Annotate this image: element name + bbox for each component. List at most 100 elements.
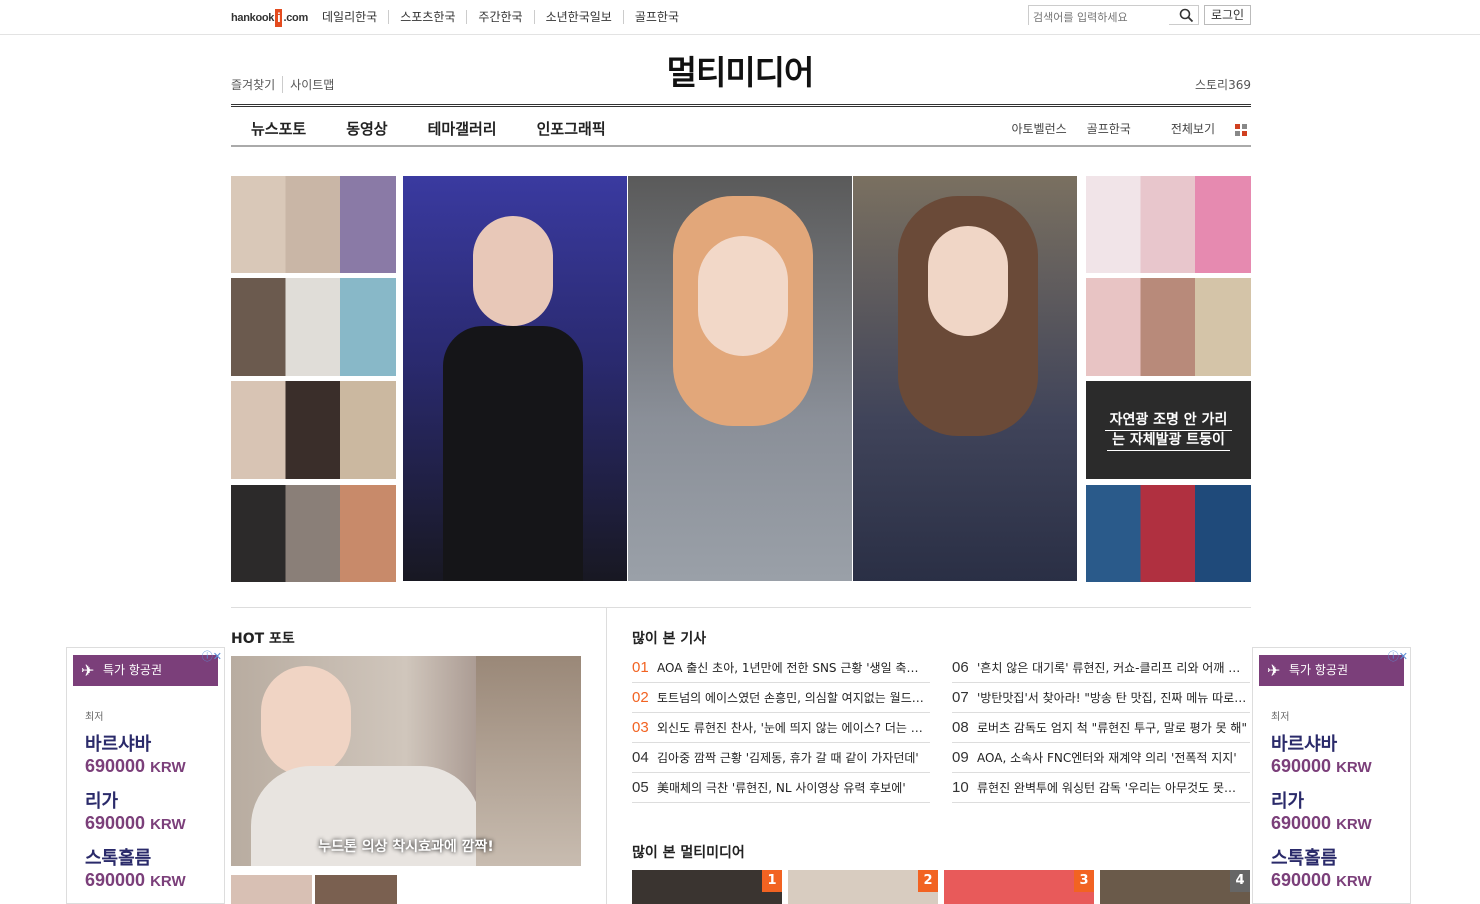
- ad-price: 690000 KRW: [85, 813, 186, 833]
- article-title: 외신도 류현진 찬사, '눈에 띄지 않는 에이스? 더는 아니다': [657, 721, 927, 735]
- most-viewed-list-left: 01 AOA 출신 초아, 1년만에 전한 SNS 근황 '생일 축하해' 02 토…: [632, 653, 930, 803]
- gallery-thumb-right-4[interactable]: [1086, 485, 1251, 582]
- article-title: 로버츠 감독도 엄지 척 "류현진 투구, 말로 평가 못 해": [977, 721, 1247, 735]
- rank-number: 08: [952, 719, 969, 736]
- gallery-main-photo-1[interactable]: [403, 176, 627, 581]
- overlay-caption-line2: 는 자체발광 트둥이: [1107, 431, 1230, 451]
- most-viewed-title: 많이 본 기사: [632, 631, 707, 647]
- ad-city: 스톡홀름: [85, 848, 152, 869]
- article-title: AOA 출신 초아, 1년만에 전한 SNS 근황 '생일 축하해': [657, 661, 927, 675]
- ad-city: 리가: [85, 791, 119, 812]
- ad-header: ✈ 특가 항공권: [73, 655, 218, 686]
- ad-min-label: 최저: [1271, 712, 1290, 723]
- ad-min-label: 최저: [85, 712, 104, 723]
- hankooki-logo[interactable]: hankook i .com: [231, 8, 308, 28]
- gallery-thumb-left-2[interactable]: [231, 278, 396, 376]
- multimedia-item[interactable]: 4: [1100, 870, 1250, 904]
- top-bar: hankook i .com 데일리한국 스포츠한국 주간한국 소년한국일보 골…: [0, 0, 1480, 35]
- family-link-daily[interactable]: 데일리한국: [322, 10, 388, 24]
- search-box: [1028, 5, 1199, 27]
- family-link-sports[interactable]: 스포츠한국: [388, 10, 466, 24]
- family-link-weekly[interactable]: 주간한국: [466, 10, 533, 24]
- gallery-thumb-right-1[interactable]: [1086, 176, 1251, 273]
- gallery-main-photo-2[interactable]: [628, 176, 852, 581]
- view-all-label: 전체보기: [1170, 122, 1215, 136]
- rank-number: 04: [632, 749, 649, 766]
- article-row[interactable]: 10 류현진 완벽투에 워싱턴 감독 '우리는 아무것도 못했다': [952, 773, 1250, 803]
- rank-badge: 2: [918, 870, 938, 892]
- family-link-kids[interactable]: 소년한국일보: [533, 10, 623, 24]
- article-title: 김아중 깜짝 근황 '김제동, 휴가 갈 때 같이 가자던데': [657, 751, 919, 765]
- ad-price: 690000 KRW: [1271, 813, 1372, 833]
- nav-video[interactable]: 동영상: [346, 118, 387, 139]
- rank-badge: 1: [762, 870, 782, 892]
- gallery-thumb-left-3[interactable]: [231, 381, 396, 479]
- family-link-golf[interactable]: 골프한국: [622, 10, 690, 24]
- page-title: 멀티미디어: [666, 53, 815, 92]
- rank-number: 09: [952, 749, 969, 766]
- article-row[interactable]: 08 로버츠 감독도 엄지 척 "류현진 투구, 말로 평가 못 해": [952, 713, 1250, 743]
- multimedia-item[interactable]: 1: [632, 870, 782, 904]
- gallery-thumb-right-2[interactable]: [1086, 278, 1251, 376]
- gallery-thumb-left-4[interactable]: [231, 485, 396, 582]
- nav-infographic[interactable]: 인포그래픽: [537, 118, 606, 139]
- article-row[interactable]: 04 김아중 깜짝 근황 '김제동, 휴가 갈 때 같이 가자던데': [632, 743, 930, 773]
- ad-header-label: 특가 항공권: [1289, 663, 1349, 677]
- nav-news-photo[interactable]: 뉴스포토: [251, 118, 306, 139]
- gallery-overlay-caption[interactable]: 자연광 조명 안 가리 는 자체발광 트둥이: [1086, 381, 1251, 479]
- nav-theme-gallery[interactable]: 테마갤러리: [428, 118, 497, 139]
- ad-city: 스톡홀름: [1271, 848, 1338, 869]
- hot-photo-thumb-2[interactable]: [315, 875, 397, 904]
- search-icon[interactable]: [1179, 8, 1194, 27]
- ad-city: 바르샤바: [85, 734, 152, 755]
- hot-photo-main[interactable]: 누드톤 의상 착시효과에 깜짝!: [231, 656, 581, 866]
- ad-close-icon[interactable]: ⓘ✕: [202, 648, 222, 664]
- ad-close-icon[interactable]: ⓘ✕: [1388, 648, 1408, 664]
- article-row[interactable]: 06 '흔치 않은 대기록' 류현진, 커쇼-클리프 리와 어깨 나란히: [952, 653, 1250, 683]
- ad-banner-left[interactable]: ✈ 특가 항공권 ⓘ✕ 최저 바르샤바 690000 KRW 리가 690000 …: [66, 647, 225, 904]
- family-site-nav: 데일리한국 스포츠한국 주간한국 소년한국일보 골프한국: [322, 10, 690, 24]
- ad-price: 690000 KRW: [85, 870, 186, 890]
- most-viewed-list-right: 06 '흔치 않은 대기록' 류현진, 커쇼-클리프 리와 어깨 나란히 07 '방…: [952, 653, 1250, 803]
- ad-header-label: 특가 항공권: [103, 663, 163, 677]
- hot-photo-caption: 누드톤 의상 착시효과에 깜짝!: [318, 839, 494, 855]
- article-row[interactable]: 09 AOA, 소속사 FNC엔터와 재계약 의리 '전폭적 지지': [952, 743, 1250, 773]
- hot-photo-title: HOT 포토: [231, 631, 295, 647]
- article-row[interactable]: 02 토트넘의 에이스였던 손흥민, 의심할 여지없는 월드클래스: [632, 683, 930, 713]
- article-row[interactable]: 01 AOA 출신 초아, 1년만에 전한 SNS 근황 '생일 축하해': [632, 653, 930, 683]
- hot-photo-thumb-1[interactable]: [231, 875, 312, 904]
- nav-golf-hankook[interactable]: 골프한국: [1087, 120, 1131, 137]
- story369-link[interactable]: 스토리369: [1195, 76, 1251, 93]
- nav-atobalance[interactable]: 아토벨런스: [1011, 120, 1066, 137]
- article-row[interactable]: 03 외신도 류현진 찬사, '눈에 띄지 않는 에이스? 더는 아니다': [632, 713, 930, 743]
- most-viewed-multimedia-title: 많이 본 멀티미디어: [632, 845, 745, 861]
- ad-price: 690000 KRW: [85, 756, 186, 776]
- login-button[interactable]: 로그인: [1204, 5, 1251, 25]
- ad-header: ✈ 특가 항공권: [1259, 655, 1404, 686]
- ad-price: 690000 KRW: [1271, 756, 1372, 776]
- overlay-caption-line1: 자연광 조명 안 가리: [1104, 411, 1233, 431]
- article-title: 류현진 완벽투에 워싱턴 감독 '우리는 아무것도 못했다': [977, 781, 1247, 795]
- multimedia-item[interactable]: 2: [788, 870, 938, 904]
- ad-banner-right[interactable]: ✈ 특가 항공권 ⓘ✕ 최저 바르샤바 690000 KRW 리가 690000 …: [1252, 647, 1411, 904]
- article-row[interactable]: 05 美매체의 극찬 '류현진, NL 사이영상 유력 후보에': [632, 773, 930, 803]
- article-title: '흔치 않은 대기록' 류현진, 커쇼-클리프 리와 어깨 나란히: [977, 661, 1247, 675]
- rank-number: 02: [632, 689, 649, 706]
- airplane-icon: ✈: [81, 661, 95, 680]
- nav-view-all[interactable]: 전체보기: [1151, 120, 1247, 137]
- gallery-main-photo-3[interactable]: [853, 176, 1077, 581]
- rank-number: 05: [632, 779, 649, 796]
- ad-city: 리가: [1271, 791, 1305, 812]
- ad-price: 690000 KRW: [1271, 870, 1372, 890]
- gallery-thumb-left-1[interactable]: [231, 176, 396, 273]
- article-title: 토트넘의 에이스였던 손흥민, 의심할 여지없는 월드클래스: [657, 691, 927, 705]
- multimedia-item[interactable]: 3: [944, 870, 1094, 904]
- article-title: 美매체의 극찬 '류현진, NL 사이영상 유력 후보에': [657, 781, 906, 795]
- airplane-icon: ✈: [1267, 661, 1281, 680]
- rank-number: 03: [632, 719, 649, 736]
- search-input[interactable]: [1029, 8, 1169, 27]
- logo-text-1: hankook: [231, 12, 275, 24]
- article-row[interactable]: 07 '방탄맛집'서 찾아라! "방송 탄 맛집, 진짜 메뉴 따로 있다": [952, 683, 1250, 713]
- rank-badge: 4: [1230, 870, 1250, 892]
- section-divider: [231, 607, 1251, 608]
